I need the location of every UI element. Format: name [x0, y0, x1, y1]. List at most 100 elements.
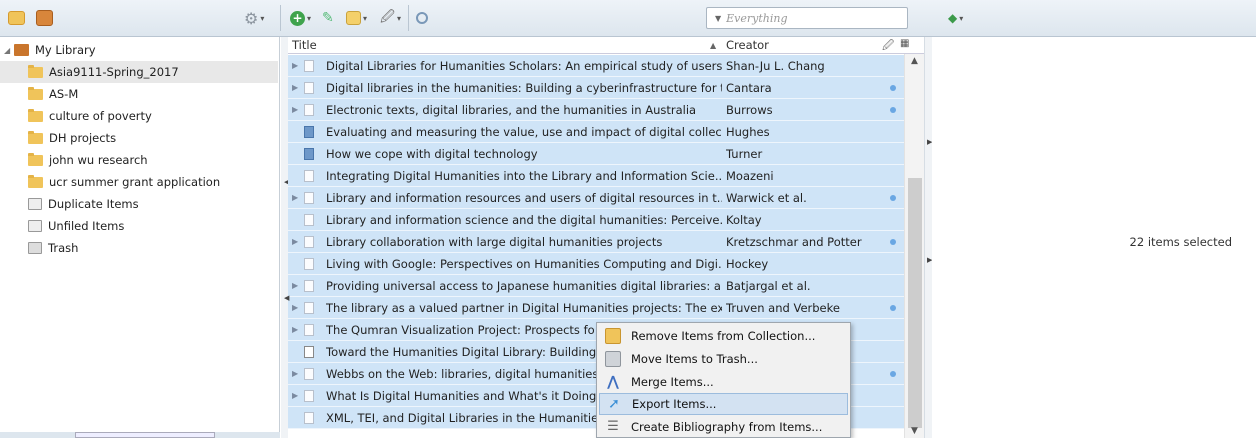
expand-arrow-icon[interactable]: ▶ [292, 391, 298, 400]
document-icon [304, 82, 314, 94]
table-row[interactable]: ▶ Library and information resources and u… [288, 187, 904, 209]
document-icon [304, 412, 314, 424]
expand-arrow-icon[interactable]: ▶ [292, 193, 298, 202]
tree-item-trash[interactable]: Trash [0, 237, 278, 259]
expand-arrow-icon[interactable]: ▶ [292, 61, 298, 70]
tree-item-dh-projects[interactable]: DH projects [0, 127, 278, 149]
item-title: Integrating Digital Humanities into the … [326, 168, 722, 183]
scroll-up-arrow-icon[interactable]: ▲ [911, 56, 918, 66]
item-creator: Warwick et al. [726, 190, 807, 205]
tree-item-asia9111[interactable]: Asia9111-Spring_2017 [0, 61, 278, 83]
new-collection-button[interactable] [8, 8, 25, 28]
collapse-left-arrow-icon[interactable]: ◀ [284, 294, 289, 302]
expand-arrow-icon[interactable]: ▶ [292, 83, 298, 92]
scroll-down-arrow-icon[interactable]: ▼ [911, 426, 918, 436]
pane-splitter-right[interactable] [924, 37, 932, 438]
item-creator: Cantara [726, 80, 772, 95]
document-icon [304, 192, 314, 204]
new-note-button[interactable]: ▾ [346, 8, 367, 28]
note-icon [346, 11, 361, 25]
library-icon [14, 44, 29, 56]
toolbar-separator [408, 5, 409, 31]
attachment-button[interactable]: 🖉 ▾ [380, 8, 401, 28]
item-title: Digital Libraries for Humanities Scholar… [326, 58, 722, 73]
new-group-button[interactable] [36, 8, 53, 28]
table-row[interactable]: How we cope with digital technology Turne… [288, 143, 904, 165]
table-row[interactable]: ▶ Digital libraries in the humanities: Bu… [288, 77, 904, 99]
actions-menu-button[interactable]: ⚙ ▾ [244, 8, 264, 28]
note-icon [304, 346, 314, 358]
tree-item-duplicate-items[interactable]: Duplicate Items [0, 193, 278, 215]
sort-arrow-icon: ▲ [710, 41, 717, 50]
attachment-dot-icon[interactable] [890, 239, 896, 245]
menu-item-move-to-trash[interactable]: Move Items to Trash... [599, 348, 848, 370]
tree-item-as-m[interactable]: AS-M [0, 83, 278, 105]
toolbar-separator [280, 5, 281, 31]
menu-item-create-bibliography[interactable]: ☰ Create Bibliography from Items... [599, 416, 848, 438]
item-title: Library collaboration with large digital… [326, 234, 663, 249]
item-title: Library and information resources and us… [326, 190, 722, 205]
items-table-header: Title ▲ Creator 🖉 ▦ [288, 37, 924, 54]
attachment-dot-icon[interactable] [890, 85, 896, 91]
paperclip-icon: 🖉 [380, 9, 395, 25]
table-row[interactable]: Integrating Digital Humanities into the … [288, 165, 904, 187]
attachment-dot-icon[interactable] [890, 195, 896, 201]
menu-item-label: Export Items... [632, 397, 717, 411]
column-header-title[interactable]: Title [292, 38, 317, 52]
trash-icon [28, 242, 42, 254]
search-mode-dropdown-icon[interactable]: ▼ [715, 14, 721, 23]
expand-arrow-icon[interactable]: ▶ [292, 325, 298, 334]
table-row[interactable]: ▶ Digital Libraries for Humanities Schola… [288, 55, 904, 77]
vertical-scrollbar[interactable]: ▲ ▼ [904, 54, 924, 438]
tree-item-unfiled-items[interactable]: Unfiled Items [0, 215, 278, 237]
item-title: Electronic texts, digital libraries, and… [326, 102, 697, 117]
table-row[interactable]: Living with Google: Perspectives on Huma… [288, 253, 904, 275]
column-header-creator[interactable]: Creator [726, 38, 769, 52]
tree-item-my-library[interactable]: ◢ My Library [0, 39, 278, 61]
tree-item-ucr-summer-grant[interactable]: ucr summer grant application [0, 171, 278, 193]
item-creator: Hughes [726, 124, 770, 139]
attachment-dot-icon[interactable] [890, 305, 896, 311]
table-row[interactable]: ▶ Library collaboration with large digita… [288, 231, 904, 253]
table-row[interactable]: ▶ The library as a valued partner in Digi… [288, 297, 904, 319]
expand-arrow-icon[interactable]: ▶ [292, 105, 298, 114]
attachment-dot-icon[interactable] [890, 371, 896, 377]
tree-item-label: Duplicate Items [48, 197, 139, 211]
document-icon [304, 170, 314, 182]
collapse-icon[interactable]: ◢ [4, 46, 14, 55]
context-menu: Remove Items from Collection... Move Ite… [596, 322, 851, 438]
menu-item-label: Move Items to Trash... [631, 352, 758, 366]
table-row[interactable]: ▶ Providing universal access to Japanese … [288, 275, 904, 297]
horizontal-scroll-thumb[interactable] [75, 432, 215, 438]
tree-item-john-wu-research[interactable]: john wu research [0, 149, 278, 171]
book-icon [304, 126, 314, 138]
menu-item-merge[interactable]: ⋀ Merge Items... [599, 371, 848, 393]
expand-arrow-icon[interactable]: ▶ [292, 369, 298, 378]
locate-button[interactable]: ◆ ▾ [948, 8, 963, 28]
folder-remove-icon [605, 328, 621, 344]
menu-item-label: Remove Items from Collection... [631, 329, 816, 343]
pane-splitter-left[interactable] [281, 37, 288, 438]
document-icon [304, 60, 314, 72]
add-by-identifier-button[interactable]: ✎ [322, 8, 334, 28]
expand-arrow-icon[interactable]: ▶ [292, 237, 298, 246]
table-row[interactable]: ▶ Electronic texts, digital libraries, an… [288, 99, 904, 121]
tree-item-label: john wu research [49, 153, 148, 167]
chevron-down-icon: ▾ [396, 13, 401, 23]
attachment-dot-icon[interactable] [890, 107, 896, 113]
table-row[interactable]: Library and information science and the … [288, 209, 904, 231]
expand-arrow-icon[interactable]: ▶ [292, 281, 298, 290]
expand-arrow-icon[interactable]: ▶ [292, 303, 298, 312]
column-picker-icon[interactable]: ▦ [900, 38, 909, 49]
menu-item-export[interactable]: ➚ Export Items... [599, 393, 848, 415]
search-input[interactable]: ▼ Everything [706, 7, 908, 29]
unfiled-icon [28, 220, 42, 232]
new-item-button[interactable]: + ▾ [290, 8, 311, 28]
table-row[interactable]: Evaluating and measuring the value, use … [288, 121, 904, 143]
tree-item-culture-of-poverty[interactable]: culture of poverty [0, 105, 278, 127]
bibliography-list-icon: ☰ [607, 419, 619, 434]
vertical-scroll-thumb[interactable] [908, 178, 922, 428]
magnifier-icon [416, 12, 428, 24]
menu-item-remove-from-collection[interactable]: Remove Items from Collection... [599, 325, 848, 347]
advanced-search-button[interactable] [416, 8, 428, 28]
